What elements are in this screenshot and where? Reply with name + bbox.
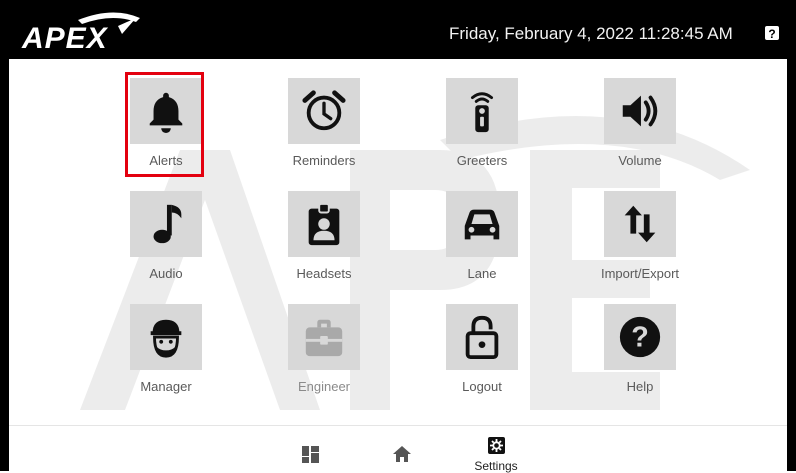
tile-engineer: Engineer [249, 298, 399, 404]
tile-audio-label: Audio [149, 266, 183, 281]
question-square-icon[interactable]: ? [764, 25, 780, 41]
tile-help-label: Help [626, 379, 654, 394]
tile-engineer-box [288, 304, 360, 370]
nav-dashboard[interactable] [302, 446, 319, 468]
nav-settings[interactable]: Settings [469, 437, 523, 473]
header-bar: APEX Friday, February 4, 2022 11:28:45 A… [0, 0, 796, 59]
tile-headsets-label: Headsets [296, 266, 352, 281]
header-datetime: Friday, February 4, 2022 11:28:45 AM [449, 24, 733, 43]
tile-manager-label: Manager [140, 379, 192, 394]
selected-tile-highlight [125, 72, 204, 177]
tile-import-export[interactable]: Import/Export [565, 185, 715, 291]
padlock-icon [465, 315, 499, 360]
tile-lane-box[interactable] [446, 191, 518, 257]
tile-audio[interactable]: Audio [91, 185, 241, 291]
tile-greeters-box[interactable] [446, 78, 518, 144]
tile-volume-box[interactable] [604, 78, 676, 144]
tile-volume[interactable]: Volume [565, 72, 715, 178]
toolbox-icon [305, 319, 343, 357]
tile-reminders-box[interactable] [288, 78, 360, 144]
tile-reminders[interactable]: Reminders [249, 72, 399, 178]
tile-manager[interactable]: Manager [91, 298, 241, 404]
tile-headsets-box[interactable] [288, 191, 360, 257]
tile-lane[interactable]: Lane [407, 185, 557, 291]
music-note-icon [153, 204, 182, 244]
tile-help-box[interactable]: ? [604, 304, 676, 370]
manager-icon [150, 319, 182, 358]
dashboard-icon [302, 446, 319, 463]
tile-lane-label: Lane [467, 266, 497, 281]
tile-logout[interactable]: Logout [407, 298, 557, 404]
tile-volume-label: Volume [618, 153, 662, 168]
apex-logo-icon: APEX [21, 12, 140, 54]
svg-text:?: ? [768, 27, 775, 41]
alarm-clock-icon [302, 90, 346, 131]
tile-help[interactable]: ? Help [565, 298, 715, 404]
tile-manager-box[interactable] [130, 304, 202, 370]
tile-greeters[interactable]: Greeters [407, 72, 557, 178]
remote-control-icon [470, 92, 494, 133]
tile-audio-box[interactable] [130, 191, 202, 257]
speaker-icon [622, 95, 658, 127]
logo-text: APEX [21, 22, 109, 54]
id-badge-icon [308, 202, 340, 246]
bottom-nav-bar: Settings [9, 425, 787, 473]
question-circle-icon: ? [619, 316, 661, 358]
tile-greeters-label: Greeters [456, 153, 508, 168]
tile-logout-label: Logout [462, 379, 502, 394]
tile-reminders-label: Reminders [292, 153, 356, 168]
car-icon [464, 209, 500, 240]
tile-engineer-label: Engineer [297, 379, 351, 394]
up-down-arrows-icon [624, 205, 656, 243]
tile-import-export-label: Import/Export [600, 266, 680, 281]
tile-logout-box[interactable] [446, 304, 518, 370]
svg-text:?: ? [631, 322, 649, 354]
tile-import-export-box[interactable] [604, 191, 676, 257]
tile-headsets[interactable]: Headsets [249, 185, 399, 291]
nav-home[interactable] [393, 446, 411, 467]
gear-icon [487, 437, 505, 454]
home-icon [393, 446, 411, 462]
